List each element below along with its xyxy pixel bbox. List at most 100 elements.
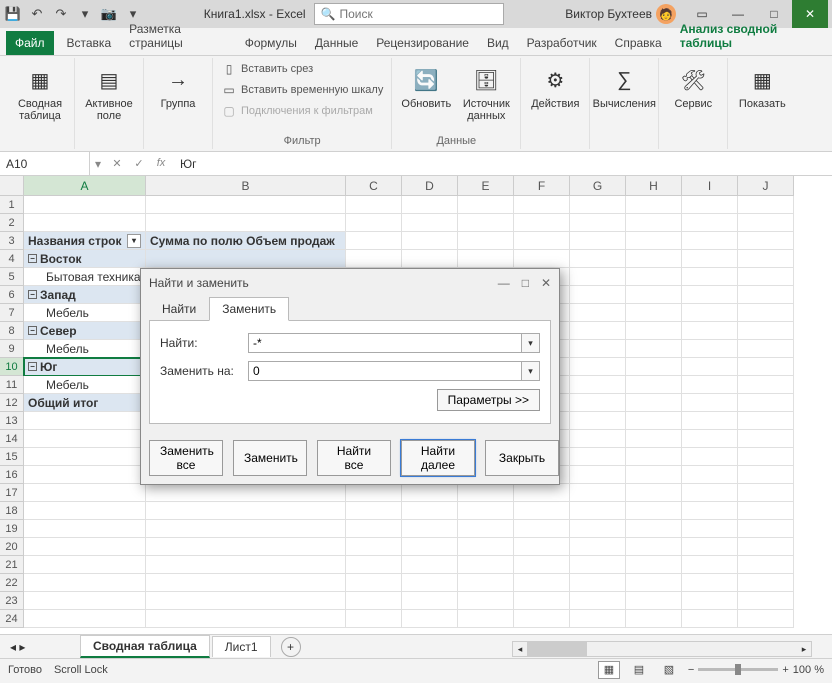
cell[interactable] bbox=[682, 250, 738, 268]
formula-input[interactable]: Юг bbox=[172, 157, 832, 171]
cell[interactable] bbox=[514, 250, 570, 268]
cell[interactable] bbox=[570, 358, 626, 376]
cell[interactable] bbox=[570, 592, 626, 610]
cell[interactable] bbox=[626, 304, 682, 322]
cell[interactable] bbox=[626, 358, 682, 376]
cell[interactable] bbox=[346, 196, 402, 214]
row-header[interactable]: 11 bbox=[0, 376, 24, 394]
sheet-nav[interactable]: ◂ ▸ bbox=[10, 640, 25, 654]
name-box[interactable]: A10 bbox=[0, 152, 90, 175]
cell[interactable] bbox=[514, 610, 570, 628]
actions-button[interactable]: ⚙Действия bbox=[527, 60, 583, 110]
cell[interactable] bbox=[682, 610, 738, 628]
cell[interactable] bbox=[458, 214, 514, 232]
camera-icon[interactable]: 📷 bbox=[100, 5, 118, 23]
search-input[interactable] bbox=[340, 7, 497, 21]
cell[interactable] bbox=[402, 592, 458, 610]
cell[interactable] bbox=[738, 556, 794, 574]
cell[interactable] bbox=[458, 520, 514, 538]
column-header[interactable]: F bbox=[514, 176, 570, 196]
cell[interactable] bbox=[570, 196, 626, 214]
cell[interactable] bbox=[570, 466, 626, 484]
cell[interactable] bbox=[682, 196, 738, 214]
cell[interactable] bbox=[346, 502, 402, 520]
cell[interactable] bbox=[738, 610, 794, 628]
cell[interactable] bbox=[24, 502, 146, 520]
row-header[interactable]: 16 bbox=[0, 466, 24, 484]
calculations-button[interactable]: ∑Вычисления bbox=[596, 60, 652, 110]
row-header[interactable]: 22 bbox=[0, 574, 24, 592]
cell[interactable]: Бытовая техника bbox=[24, 268, 146, 286]
cell[interactable] bbox=[402, 610, 458, 628]
cell[interactable] bbox=[346, 538, 402, 556]
cell[interactable] bbox=[570, 538, 626, 556]
cell[interactable] bbox=[738, 412, 794, 430]
cell[interactable] bbox=[346, 574, 402, 592]
cell[interactable] bbox=[626, 556, 682, 574]
row-header[interactable]: 24 bbox=[0, 610, 24, 628]
sheet-tab-active[interactable]: Сводная таблица bbox=[80, 635, 210, 658]
refresh-button[interactable]: 🔄Обновить bbox=[398, 60, 454, 110]
row-header[interactable]: 5 bbox=[0, 268, 24, 286]
cell[interactable] bbox=[146, 592, 346, 610]
cell[interactable] bbox=[458, 250, 514, 268]
horizontal-scrollbar[interactable]: ◂ ▸ bbox=[512, 641, 812, 657]
cell[interactable] bbox=[402, 538, 458, 556]
cell[interactable] bbox=[682, 322, 738, 340]
cell[interactable] bbox=[626, 214, 682, 232]
cell[interactable] bbox=[570, 610, 626, 628]
cell[interactable] bbox=[738, 322, 794, 340]
cell[interactable] bbox=[24, 448, 146, 466]
select-all-corner[interactable] bbox=[0, 176, 24, 196]
cell[interactable] bbox=[682, 232, 738, 250]
cell[interactable] bbox=[626, 466, 682, 484]
save-icon[interactable]: 💾 bbox=[4, 5, 22, 23]
cell[interactable] bbox=[682, 268, 738, 286]
cell[interactable] bbox=[346, 250, 402, 268]
zoom-in-icon[interactable]: + bbox=[782, 664, 788, 676]
cell[interactable]: Мебель bbox=[24, 340, 146, 358]
cell[interactable]: Сумма по полю Объем продаж bbox=[146, 232, 346, 250]
cell[interactable] bbox=[570, 502, 626, 520]
cell[interactable] bbox=[458, 196, 514, 214]
cell[interactable] bbox=[626, 520, 682, 538]
view-page-break-icon[interactable]: ▧ bbox=[658, 661, 680, 679]
find-input[interactable] bbox=[248, 333, 522, 353]
cell[interactable] bbox=[458, 592, 514, 610]
collapse-icon[interactable]: − bbox=[28, 290, 37, 299]
cell[interactable] bbox=[402, 250, 458, 268]
column-header[interactable]: D bbox=[402, 176, 458, 196]
cell[interactable] bbox=[738, 574, 794, 592]
cell[interactable] bbox=[458, 610, 514, 628]
cell[interactable] bbox=[346, 484, 402, 502]
cell[interactable] bbox=[346, 556, 402, 574]
cell[interactable] bbox=[570, 394, 626, 412]
cell[interactable] bbox=[738, 304, 794, 322]
cell[interactable] bbox=[682, 286, 738, 304]
cell[interactable] bbox=[738, 214, 794, 232]
cell[interactable] bbox=[146, 610, 346, 628]
scroll-right-icon[interactable]: ▸ bbox=[797, 642, 811, 656]
zoom-out-icon[interactable]: − bbox=[688, 664, 694, 676]
cell[interactable] bbox=[570, 484, 626, 502]
cell[interactable] bbox=[626, 484, 682, 502]
cell[interactable] bbox=[626, 448, 682, 466]
cell[interactable] bbox=[458, 556, 514, 574]
row-header[interactable]: 14 bbox=[0, 430, 24, 448]
cell[interactable] bbox=[346, 232, 402, 250]
cell[interactable] bbox=[146, 250, 346, 268]
cell[interactable] bbox=[738, 268, 794, 286]
cell[interactable] bbox=[626, 430, 682, 448]
collapse-icon[interactable]: − bbox=[28, 254, 37, 263]
show-button[interactable]: ▦Показать bbox=[734, 60, 790, 110]
tab-view[interactable]: Вид bbox=[478, 31, 518, 55]
close-button[interactable]: Закрыть bbox=[485, 440, 559, 476]
cell[interactable] bbox=[682, 376, 738, 394]
cell[interactable] bbox=[682, 340, 738, 358]
cell[interactable] bbox=[346, 520, 402, 538]
tab-insert[interactable]: Вставка bbox=[58, 31, 121, 55]
cell[interactable] bbox=[458, 232, 514, 250]
redo-icon[interactable]: ↷ bbox=[52, 5, 70, 23]
cell[interactable] bbox=[514, 196, 570, 214]
cell[interactable] bbox=[514, 574, 570, 592]
